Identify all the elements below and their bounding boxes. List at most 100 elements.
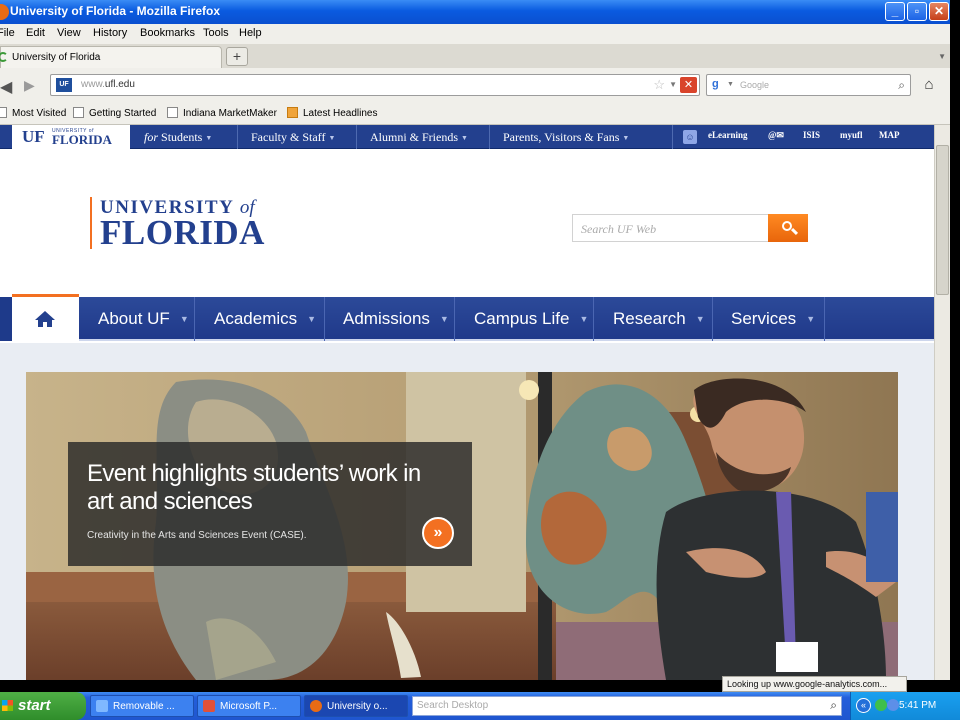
bookmarks-toolbar: Most Visited Getting Started Indiana Mar… bbox=[0, 102, 950, 125]
url-dropdown-icon[interactable]: ▼ bbox=[669, 80, 677, 89]
nav-label: Campus Life bbox=[474, 309, 570, 328]
chevron-down-icon: ▼ bbox=[695, 314, 705, 324]
new-tab-button[interactable]: + bbox=[226, 47, 248, 66]
webmail-link[interactable]: @✉ bbox=[768, 130, 784, 141]
nav-label: Research bbox=[613, 309, 686, 328]
tab-list-chevron-icon[interactable]: ▼ bbox=[938, 52, 946, 61]
rss-icon bbox=[287, 107, 298, 118]
nav-admissions[interactable]: Admissions ▼ bbox=[343, 297, 449, 341]
drive-icon bbox=[96, 700, 108, 712]
mail-icon: ✉ bbox=[776, 130, 784, 140]
page-icon bbox=[73, 107, 84, 118]
utility-link-faculty-staff[interactable]: Faculty & Staff ▼ bbox=[251, 130, 335, 148]
screen-edge bbox=[950, 0, 960, 692]
close-button[interactable]: ✕ bbox=[929, 2, 949, 21]
bookmark-indiana-marketmaker[interactable]: Indiana MarketMaker bbox=[167, 107, 277, 119]
start-button[interactable]: start bbox=[0, 692, 86, 720]
isis-link[interactable]: ISIS bbox=[803, 130, 820, 140]
chevron-down-icon: ▼ bbox=[461, 134, 468, 142]
tab-university-of-florida[interactable]: University of Florida bbox=[0, 46, 222, 68]
bookmark-most-visited[interactable]: Most Visited bbox=[0, 107, 66, 119]
utility-link-parents-visitors-fans[interactable]: Parents, Visitors & Fans ▼ bbox=[503, 130, 629, 148]
utility-label: Students bbox=[161, 130, 203, 144]
read-more-button[interactable]: » bbox=[422, 517, 454, 549]
google-icon[interactable]: g bbox=[712, 78, 719, 90]
firefox-icon bbox=[310, 700, 322, 712]
scrollbar-thumb[interactable] bbox=[936, 145, 949, 295]
nav-about-uf[interactable]: About UF ▼ bbox=[98, 297, 189, 341]
utility-label: Faculty & Staff bbox=[251, 130, 326, 144]
forward-arrow-icon[interactable]: ▶ bbox=[24, 77, 35, 94]
hero-slide[interactable]: Event highlights students’ work in art a… bbox=[26, 372, 898, 680]
minimize-button[interactable]: _ bbox=[885, 2, 905, 21]
clock[interactable]: 5:41 PM bbox=[899, 700, 936, 711]
university-logo[interactable]: UNIVERSITY of FLORIDA bbox=[90, 197, 290, 252]
search-icon[interactable]: ⌕ bbox=[830, 698, 837, 713]
menu-tools[interactable]: Tools bbox=[203, 27, 229, 39]
bookmark-latest-headlines[interactable]: Latest Headlines bbox=[287, 107, 378, 119]
elearning-link[interactable]: eLearning bbox=[708, 130, 748, 140]
uf-monogram: UF bbox=[22, 127, 45, 146]
nav-label: About UF bbox=[98, 309, 170, 328]
url-host: ufl.edu bbox=[104, 79, 135, 90]
status-text: Looking up www.google-analytics.com... bbox=[722, 676, 907, 692]
windows-taskbar: start Removable ... Microsoft P... Unive… bbox=[0, 692, 960, 720]
home-icon[interactable]: ⌂ bbox=[918, 76, 940, 96]
task-label: Microsoft P... bbox=[220, 701, 278, 712]
bookmark-label: Indiana MarketMaker bbox=[183, 108, 277, 119]
bookmark-getting-started[interactable]: Getting Started bbox=[73, 107, 156, 119]
map-link[interactable]: MAP bbox=[879, 130, 900, 140]
browser-search-input[interactable]: Google bbox=[740, 80, 769, 90]
site-search-input[interactable]: Search UF Web bbox=[581, 222, 656, 237]
desktop-search-input[interactable]: Search Desktop bbox=[417, 700, 488, 711]
url-bar[interactable]: UF www.ufl.edu ☆ ▼ ✕ bbox=[50, 74, 700, 96]
menu-history[interactable]: History bbox=[93, 27, 127, 39]
menu-file[interactable]: File bbox=[0, 27, 15, 39]
site-search-button[interactable] bbox=[768, 214, 808, 242]
start-label: start bbox=[18, 697, 51, 714]
directory-icon[interactable]: ☺ bbox=[683, 130, 697, 144]
stop-icon[interactable]: ✕ bbox=[680, 77, 697, 93]
chevron-down-icon: ▼ bbox=[622, 134, 630, 142]
network-icon[interactable] bbox=[875, 699, 887, 711]
main-nav: About UF ▼ Academics ▼ Admissions ▼ Campus … bbox=[12, 294, 934, 343]
divider bbox=[712, 297, 713, 341]
nav-home-button[interactable] bbox=[12, 294, 79, 343]
search-icon[interactable]: ⌕ bbox=[898, 78, 905, 93]
nav-services[interactable]: Services ▼ bbox=[731, 297, 815, 341]
maximize-button[interactable]: ▫ bbox=[907, 2, 927, 21]
back-arrow-icon[interactable]: ◀ bbox=[0, 77, 12, 97]
myufl-link[interactable]: myufl bbox=[840, 130, 863, 140]
divider bbox=[672, 125, 673, 149]
page-scrollbar[interactable] bbox=[934, 125, 950, 680]
utility-link-students[interactable]: for Students ▼ bbox=[144, 130, 212, 148]
safely-remove-icon[interactable] bbox=[887, 699, 899, 711]
hero-subtitle: Creativity in the Arts and Sciences Even… bbox=[87, 530, 307, 541]
browser-search-bar[interactable]: g ▼ Google ⌕ bbox=[706, 74, 911, 96]
menu-help[interactable]: Help bbox=[239, 27, 262, 39]
desktop-search[interactable]: Search Desktop ⌕ bbox=[412, 696, 842, 716]
bookmark-label: Latest Headlines bbox=[303, 108, 378, 119]
divider bbox=[593, 297, 594, 341]
taskbar-item-removable[interactable]: Removable ... bbox=[90, 695, 194, 717]
nav-research[interactable]: Research ▼ bbox=[613, 297, 705, 341]
folder-icon bbox=[0, 107, 7, 118]
nav-academics[interactable]: Academics ▼ bbox=[214, 297, 316, 341]
window-titlebar[interactable]: University of Florida - Mozilla Firefox … bbox=[0, 0, 950, 24]
menu-bookmarks[interactable]: Bookmarks bbox=[140, 27, 195, 39]
url-text[interactable]: www.ufl.edu bbox=[81, 79, 135, 90]
utility-link-alumni-friends[interactable]: Alumni & Friends ▼ bbox=[370, 130, 468, 148]
taskbar-item-firefox[interactable]: University o... bbox=[304, 695, 408, 717]
menu-view[interactable]: View bbox=[57, 27, 81, 39]
taskbar-item-microsoft[interactable]: Microsoft P... bbox=[197, 695, 301, 717]
tray-expand-icon[interactable]: « bbox=[856, 698, 871, 713]
nav-campus-life[interactable]: Campus Life ▼ bbox=[474, 297, 588, 341]
bookmark-star-icon[interactable]: ☆ bbox=[653, 77, 665, 93]
engine-dropdown-icon[interactable]: ▼ bbox=[727, 81, 734, 88]
hero-headline[interactable]: Event highlights students’ work in art a… bbox=[87, 460, 447, 516]
powerpoint-icon bbox=[203, 700, 215, 712]
bookmark-label: Most Visited bbox=[12, 108, 67, 119]
menu-edit[interactable]: Edit bbox=[26, 27, 45, 39]
utility-label: Parents, Visitors & Fans bbox=[503, 130, 620, 144]
tab-strip: University of Florida + ▼ bbox=[0, 44, 950, 68]
